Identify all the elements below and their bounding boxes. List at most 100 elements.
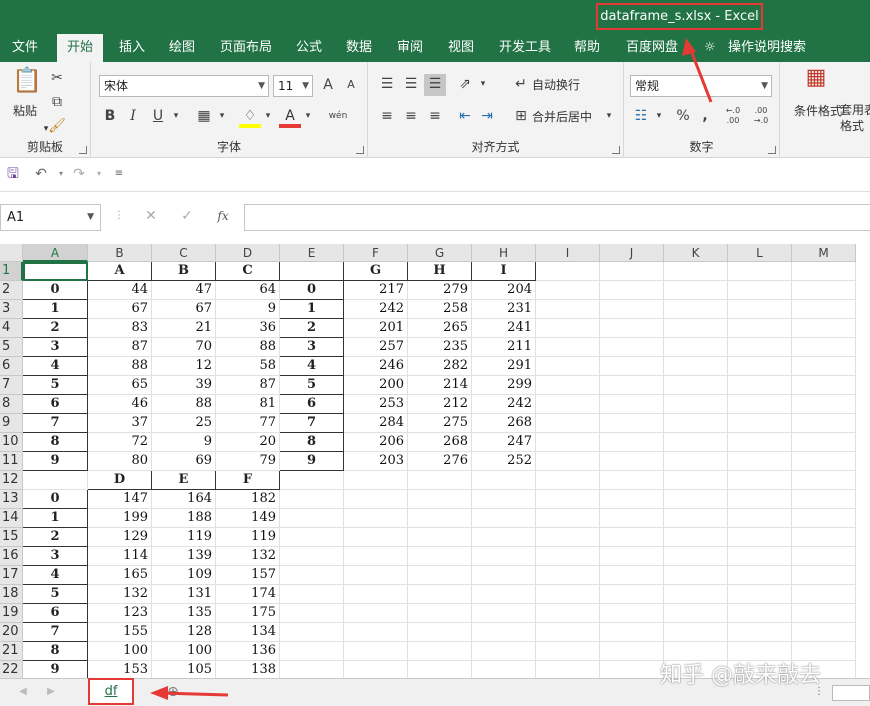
customize-qat-icon[interactable]: ≡ [108,164,130,186]
column-header-b[interactable]: B [88,244,152,262]
value-cell[interactable]: 36 [216,319,280,338]
copy-icon[interactable]: ⧉ [46,92,68,114]
index-cell[interactable]: 8 [23,433,88,452]
grid-cell[interactable] [728,357,792,376]
column-header-cell[interactable]: D [88,471,152,490]
column-header-cell[interactable]: E [152,471,216,490]
value-cell[interactable]: 174 [216,585,280,604]
grid-cell[interactable] [792,490,856,509]
grid-cell[interactable] [536,547,600,566]
row-header-18[interactable]: 18 [0,585,23,604]
grid-cell[interactable] [280,642,344,661]
lightbulb-icon[interactable]: ☼ [702,34,718,62]
alignment-launcher-icon[interactable] [612,146,620,154]
comma-style-button[interactable]: , [694,106,716,128]
row-header-20[interactable]: 20 [0,623,23,642]
grid-cell[interactable] [664,471,728,490]
value-cell[interactable]: 134 [216,623,280,642]
index-cell[interactable]: 7 [23,623,88,642]
grid-cell[interactable] [792,433,856,452]
align-right-icon[interactable]: ≡ [424,106,446,128]
value-cell[interactable]: 129 [88,528,152,547]
grid-cell[interactable] [536,566,600,585]
enter-icon[interactable]: ✓ [176,206,198,228]
grid-cell[interactable] [664,566,728,585]
value-cell[interactable]: 211 [472,338,536,357]
grid-cell[interactable] [536,452,600,471]
tab-insert[interactable]: 插入 [117,34,147,62]
value-cell[interactable]: 242 [344,300,408,319]
decrease-indent-icon[interactable]: ⇤ [454,106,476,128]
grid-cell[interactable] [792,566,856,585]
grid-cell[interactable] [792,262,856,281]
grid-cell[interactable] [664,547,728,566]
value-cell[interactable]: 20 [216,433,280,452]
scroll-prev-sheet-icon[interactable]: ◀ [12,682,34,704]
value-cell[interactable]: 83 [88,319,152,338]
grid-cell[interactable] [792,395,856,414]
grid-cell[interactable] [600,281,664,300]
sheet-tab-df[interactable]: df [88,678,134,705]
number-launcher-icon[interactable] [768,146,776,154]
grid-cell[interactable] [600,642,664,661]
grid-cell[interactable] [728,452,792,471]
grid-cell[interactable] [536,262,600,281]
grid-cell[interactable] [600,414,664,433]
value-cell[interactable]: 212 [408,395,472,414]
value-cell[interactable]: 188 [152,509,216,528]
shrink-font-icon[interactable]: A [340,75,362,97]
grid-cell[interactable] [536,300,600,319]
value-cell[interactable]: 164 [152,490,216,509]
row-header-7[interactable]: 7 [0,376,23,395]
percent-style-button[interactable]: % [672,106,694,128]
grid-cell[interactable] [472,547,536,566]
value-cell[interactable]: 47 [152,281,216,300]
value-cell[interactable]: 80 [88,452,152,471]
grid-cell[interactable] [728,281,792,300]
grid-cell[interactable] [728,471,792,490]
value-cell[interactable]: 79 [216,452,280,471]
grid-cell[interactable] [472,471,536,490]
grid-cell[interactable] [408,547,472,566]
index-cell[interactable]: 6 [23,395,88,414]
value-cell[interactable]: 265 [408,319,472,338]
grid-cell[interactable] [664,395,728,414]
grid-cell[interactable] [472,661,536,678]
index-cell[interactable]: 2 [280,319,344,338]
value-cell[interactable]: 88 [88,357,152,376]
tab-review[interactable]: 审阅 [395,34,425,62]
value-cell[interactable]: 165 [88,566,152,585]
value-cell[interactable]: 114 [88,547,152,566]
grid-cell[interactable] [280,566,344,585]
grid-cell[interactable] [472,642,536,661]
grid-cell[interactable] [344,471,408,490]
grid-cell[interactable] [536,376,600,395]
value-cell[interactable]: 88 [216,338,280,357]
grid-cell[interactable] [472,566,536,585]
value-cell[interactable]: 217 [344,281,408,300]
column-header-i[interactable]: I [536,244,600,262]
value-cell[interactable]: 21 [152,319,216,338]
column-header-cell[interactable]: I [472,262,536,281]
index-cell[interactable]: 3 [280,338,344,357]
column-header-a[interactable]: A [23,244,88,262]
chevron-down-icon[interactable]: ▾ [257,106,279,128]
align-left-icon[interactable]: ≡ [376,106,398,128]
cancel-icon[interactable]: ✕ [140,206,162,228]
format-as-table-button[interactable]: 套用表格格式 [840,102,870,134]
value-cell[interactable]: 206 [344,433,408,452]
chevron-down-icon[interactable]: ▾ [211,106,233,128]
grid-cell[interactable] [23,262,88,281]
grid-cell[interactable] [600,471,664,490]
value-cell[interactable]: 100 [152,642,216,661]
grid-cell[interactable] [344,547,408,566]
insert-function-icon[interactable]: fx [212,206,234,228]
column-header-cell[interactable]: B [152,262,216,281]
grid-cell[interactable] [664,338,728,357]
grid-cell[interactable] [408,661,472,678]
grid-cell[interactable] [664,604,728,623]
grid-cell[interactable] [600,376,664,395]
increase-decimal-button[interactable]: ←.0 .00 [720,106,746,128]
scroll-next-sheet-icon[interactable]: ▶ [40,682,62,704]
chevron-down-icon[interactable]: ▾ [88,164,110,186]
